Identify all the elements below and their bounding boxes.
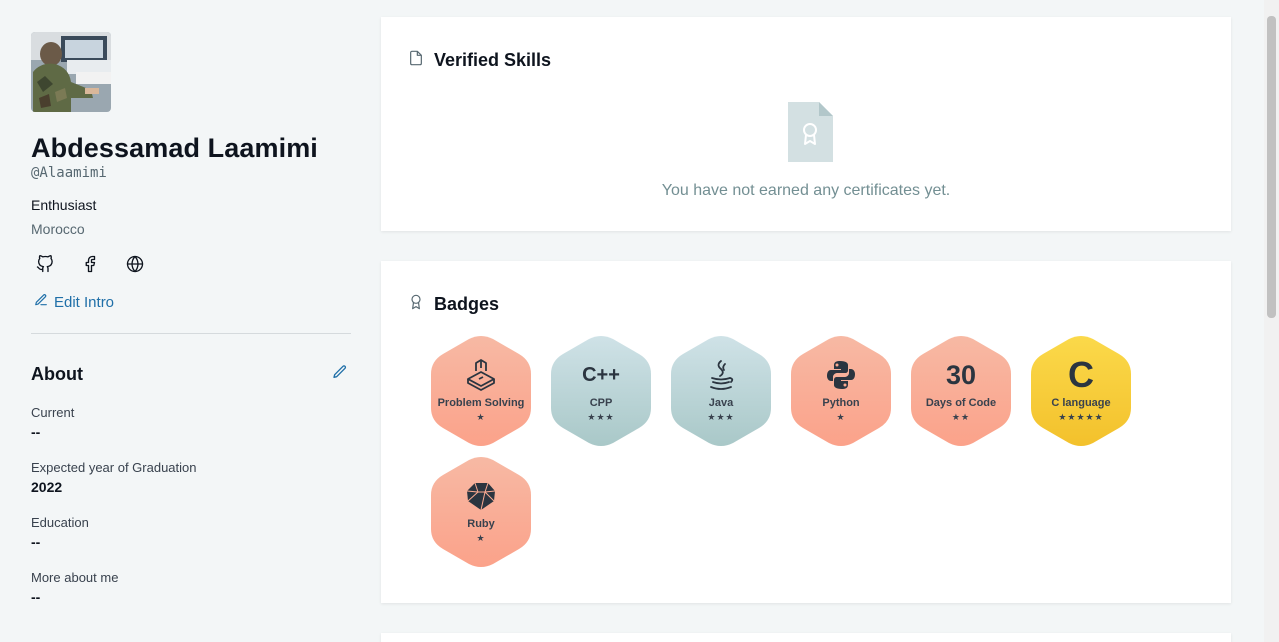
cpp-icon: C++ <box>582 363 620 386</box>
edit-about-pencil-icon[interactable] <box>332 364 348 385</box>
badge-name: Days of Code <box>925 397 997 409</box>
badge-name: Problem Solving <box>437 397 525 409</box>
badge-stars: ★ <box>476 533 486 543</box>
facebook-icon[interactable] <box>79 253 101 275</box>
badge-python[interactable]: Python ★ <box>791 336 891 446</box>
field-value: 2022 <box>31 479 63 495</box>
badges-card: Badges Problem Solving ★ C++ CPP ★★★ Jav… <box>381 261 1231 603</box>
document-icon <box>408 49 424 72</box>
social-links <box>31 253 351 275</box>
badge-name: C language <box>1051 397 1111 409</box>
certificate-placeholder-icon <box>788 102 834 167</box>
field-label: Expected year of Graduation <box>31 460 197 475</box>
divider <box>31 333 351 334</box>
profile-name: Abdessamad Laamimi <box>31 133 318 163</box>
badge-stars: ★★★ <box>707 412 735 422</box>
scrollbar-thumb[interactable] <box>1267 16 1276 318</box>
problem-solving-icon <box>431 358 531 392</box>
badge-stars: ★ <box>836 412 846 422</box>
badges-header: Badges <box>408 293 499 316</box>
field-value: -- <box>31 424 41 440</box>
badge-java[interactable]: Java ★★★ <box>671 336 771 446</box>
globe-icon[interactable] <box>124 253 146 275</box>
next-section-card <box>381 633 1231 642</box>
badges-title: Badges <box>434 294 500 314</box>
badge-name: CPP <box>589 397 613 409</box>
github-icon[interactable] <box>34 253 56 275</box>
badge-ribbon-icon <box>408 293 424 316</box>
badge-days-of-code[interactable]: 30 Days of Code ★★ <box>911 336 1011 446</box>
page-scrollbar[interactable] <box>1264 0 1279 642</box>
badge-name: Python <box>822 397 860 409</box>
badge-stars: ★★★ <box>587 412 615 422</box>
badge-stars: ★★★★★ <box>1058 412 1104 422</box>
badge-ruby[interactable]: Ruby ★ <box>431 457 531 567</box>
c-language-icon: C <box>1068 354 1094 395</box>
about-field-graduation: Expected year of Graduation 2022 <box>31 460 351 495</box>
verified-skills-title: Verified Skills <box>434 50 552 70</box>
ruby-icon <box>431 479 531 513</box>
badge-problem-solving[interactable]: Problem Solving ★ <box>431 336 531 446</box>
days-of-code-icon: 30 <box>945 359 977 390</box>
field-value: -- <box>31 534 41 550</box>
field-value: -- <box>31 589 41 605</box>
profile-headline: Enthusiast <box>31 197 97 213</box>
python-icon <box>791 358 891 392</box>
verified-skills-card: Verified Skills You have not earned any … <box>381 17 1231 231</box>
java-icon <box>671 358 771 392</box>
profile-sidebar: Abdessamad Laamimi @Alaamimi Enthusiast … <box>31 32 351 605</box>
avatar[interactable] <box>31 32 111 112</box>
badge-c-language[interactable]: C C language ★★★★★ <box>1031 336 1131 446</box>
pencil-icon <box>34 293 48 311</box>
edit-intro-label: Edit Intro <box>54 293 115 311</box>
badge-cpp[interactable]: C++ CPP ★★★ <box>551 336 651 446</box>
about-field-current: Current -- <box>31 405 351 440</box>
badge-name: Java <box>708 397 734 409</box>
field-label: Current <box>31 405 75 420</box>
about-field-more: More about me -- <box>31 570 351 605</box>
badge-stars: ★ <box>476 412 486 422</box>
no-certificates-message: You have not earned any certificates yet… <box>661 182 951 199</box>
badge-name: Ruby <box>467 518 495 530</box>
verified-skills-header: Verified Skills <box>408 49 551 72</box>
field-label: Education <box>31 515 89 530</box>
about-field-education: Education -- <box>31 515 351 550</box>
field-label: More about me <box>31 570 119 585</box>
about-title: About <box>31 364 83 384</box>
badge-stars: ★★ <box>951 412 971 422</box>
profile-handle: @Alaamimi <box>31 165 107 181</box>
about-header: About <box>31 364 351 385</box>
edit-intro-link[interactable]: Edit Intro <box>31 293 351 311</box>
profile-country: Morocco <box>31 221 85 237</box>
